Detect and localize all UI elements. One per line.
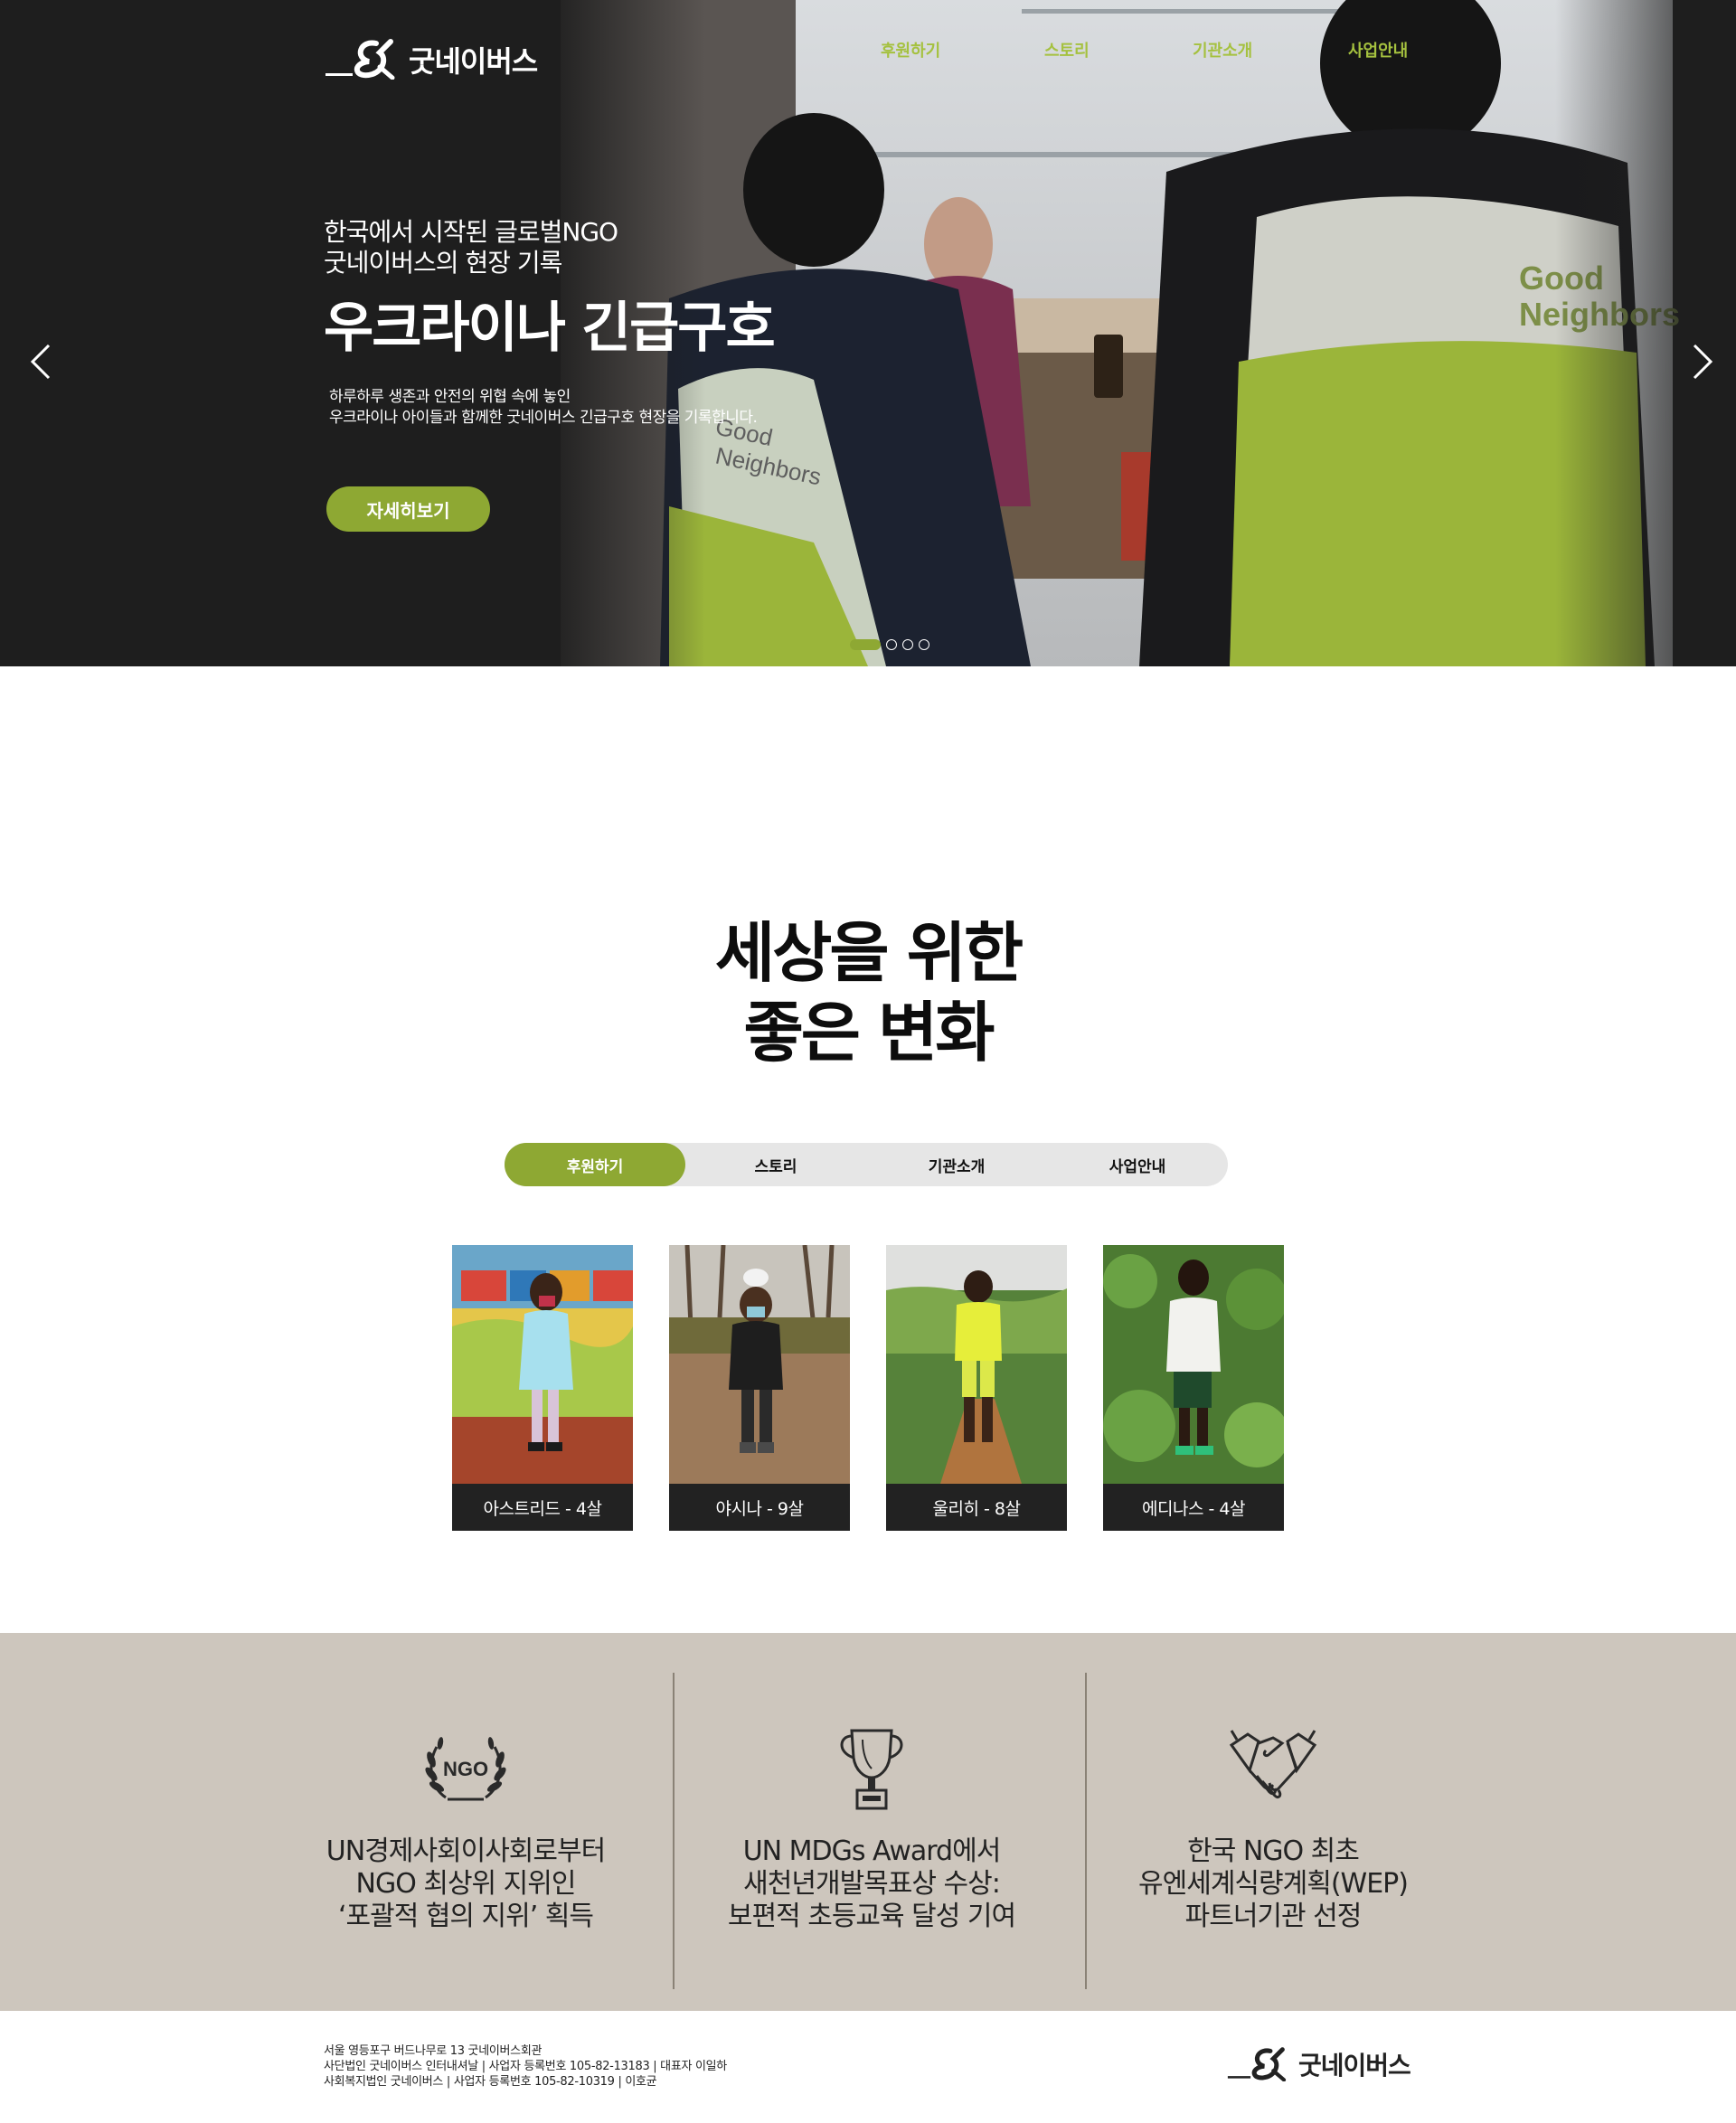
logo-mark-icon — [1227, 2047, 1287, 2081]
footer-logo-text: 굿네이버스 — [1298, 2051, 1411, 2081]
child-photo — [669, 1245, 850, 1484]
site-header: 굿네이버스 후원하기 스토리 기관소개 사업안내 — [0, 0, 1736, 109]
achievement-text: 한국 NGO 최초 유엔세계식량계획(WEP) 파트너기관 선정 — [1138, 1835, 1409, 1932]
category-tabs: 후원하기 스토리 기관소개 사업안내 — [505, 1143, 1228, 1186]
ngo-badge-text: NGO — [443, 1758, 488, 1780]
slide-dot-3[interactable] — [902, 639, 913, 650]
achievement-item: 한국 NGO 최초 유엔세계식량계획(WEP) 파트너기관 선정 — [1074, 1633, 1472, 2011]
nav-item-story[interactable]: 스토리 — [1044, 38, 1090, 61]
slide-dot-4[interactable] — [919, 639, 929, 650]
slide-indicator — [850, 639, 929, 650]
next-slide-arrow-icon[interactable] — [1684, 340, 1720, 383]
child-caption: 아스트리드 - 4살 — [452, 1484, 633, 1531]
child-card[interactable]: 야시나 - 9살 — [669, 1245, 850, 1531]
nav-item-business[interactable]: 사업안내 — [1348, 38, 1408, 61]
slide-dot-2[interactable] — [886, 639, 897, 650]
section-title: 세상을 위한 좋은 변화 — [714, 915, 1024, 1071]
hero-title: 우크라이나 긴급구호 — [324, 297, 776, 360]
child-card[interactable]: 아스트리드 - 4살 — [452, 1245, 633, 1531]
hero-subtitle: 한국에서 시작된 글로벌NGO 굿네이버스의 현장 기록 — [324, 217, 618, 278]
achievement-item: UN MDGs Award에서 새천년개발목표상 수상: 보편적 초등교육 달성… — [673, 1633, 1071, 2011]
tab-story[interactable]: 스토리 — [685, 1143, 866, 1186]
site-footer: 서울 영등포구 버드나무로 13 굿네이버스회관 사단법인 굿네이버스 인터내셔… — [0, 2011, 1736, 2123]
child-card[interactable]: 에디나스 - 4살 — [1103, 1245, 1284, 1531]
child-photo — [452, 1245, 633, 1484]
child-photo — [886, 1245, 1067, 1484]
handshake-icon — [1229, 1730, 1317, 1799]
achievement-text: UN MDGs Award에서 새천년개발목표상 수상: 보편적 초등교육 달성… — [727, 1835, 1016, 1932]
tab-about[interactable]: 기관소개 — [866, 1143, 1047, 1186]
child-photo — [1103, 1245, 1284, 1484]
tab-business[interactable]: 사업안내 — [1047, 1143, 1228, 1186]
nav-item-donate[interactable]: 후원하기 — [881, 38, 940, 61]
child-caption: 야시나 - 9살 — [669, 1484, 850, 1531]
achievements-section: NGO UN경제사회이사회로부터 NGO 최상위 지위인 ‘포괄적 협의 지위’… — [0, 1633, 1736, 2011]
hero-text-block: 한국에서 시작된 글로벌NGO 굿네이버스의 현장 기록 우크라이나 긴급구호 … — [324, 217, 776, 429]
main-nav: 후원하기 스토리 기관소개 사업안내 — [0, 38, 1736, 65]
child-caption: 에디나스 - 4살 — [1103, 1484, 1284, 1531]
hero-banner: Good Neighbors Good Neighbors 굿네이버스 후원하기… — [0, 0, 1736, 666]
ngo-laurel-icon: NGO — [425, 1737, 506, 1801]
detail-button[interactable]: 자세히보기 — [326, 486, 490, 532]
hero-description: 하루하루 생존과 안전의 위협 속에 놓인 우크라이나 아이들과 함께한 굿네이… — [329, 388, 758, 427]
footer-logo[interactable]: 굿네이버스 — [1226, 2043, 1411, 2081]
tab-donate[interactable]: 후원하기 — [505, 1143, 685, 1186]
prev-slide-arrow-icon[interactable] — [24, 340, 60, 383]
child-card-list: 아스트리드 - 4살 야시나 - 9살 울리히 - 8살 에디나스 - 4살 — [452, 1245, 1284, 1531]
achievement-item: NGO UN경제사회이사회로부터 NGO 최상위 지위인 ‘포괄적 협의 지위’… — [267, 1633, 665, 2011]
child-card[interactable]: 울리히 - 8살 — [886, 1245, 1067, 1531]
child-caption: 울리히 - 8살 — [886, 1484, 1067, 1531]
footer-company-info: 서울 영등포구 버드나무로 13 굿네이버스회관 사단법인 굿네이버스 인터내셔… — [324, 2044, 727, 2089]
achievement-text: UN경제사회이사회로부터 NGO 최상위 지위인 ‘포괄적 협의 지위’ 획득 — [326, 1835, 606, 1932]
trophy-icon — [840, 1729, 903, 1810]
nav-item-about[interactable]: 기관소개 — [1193, 38, 1252, 61]
slide-dot-1[interactable] — [850, 639, 881, 650]
